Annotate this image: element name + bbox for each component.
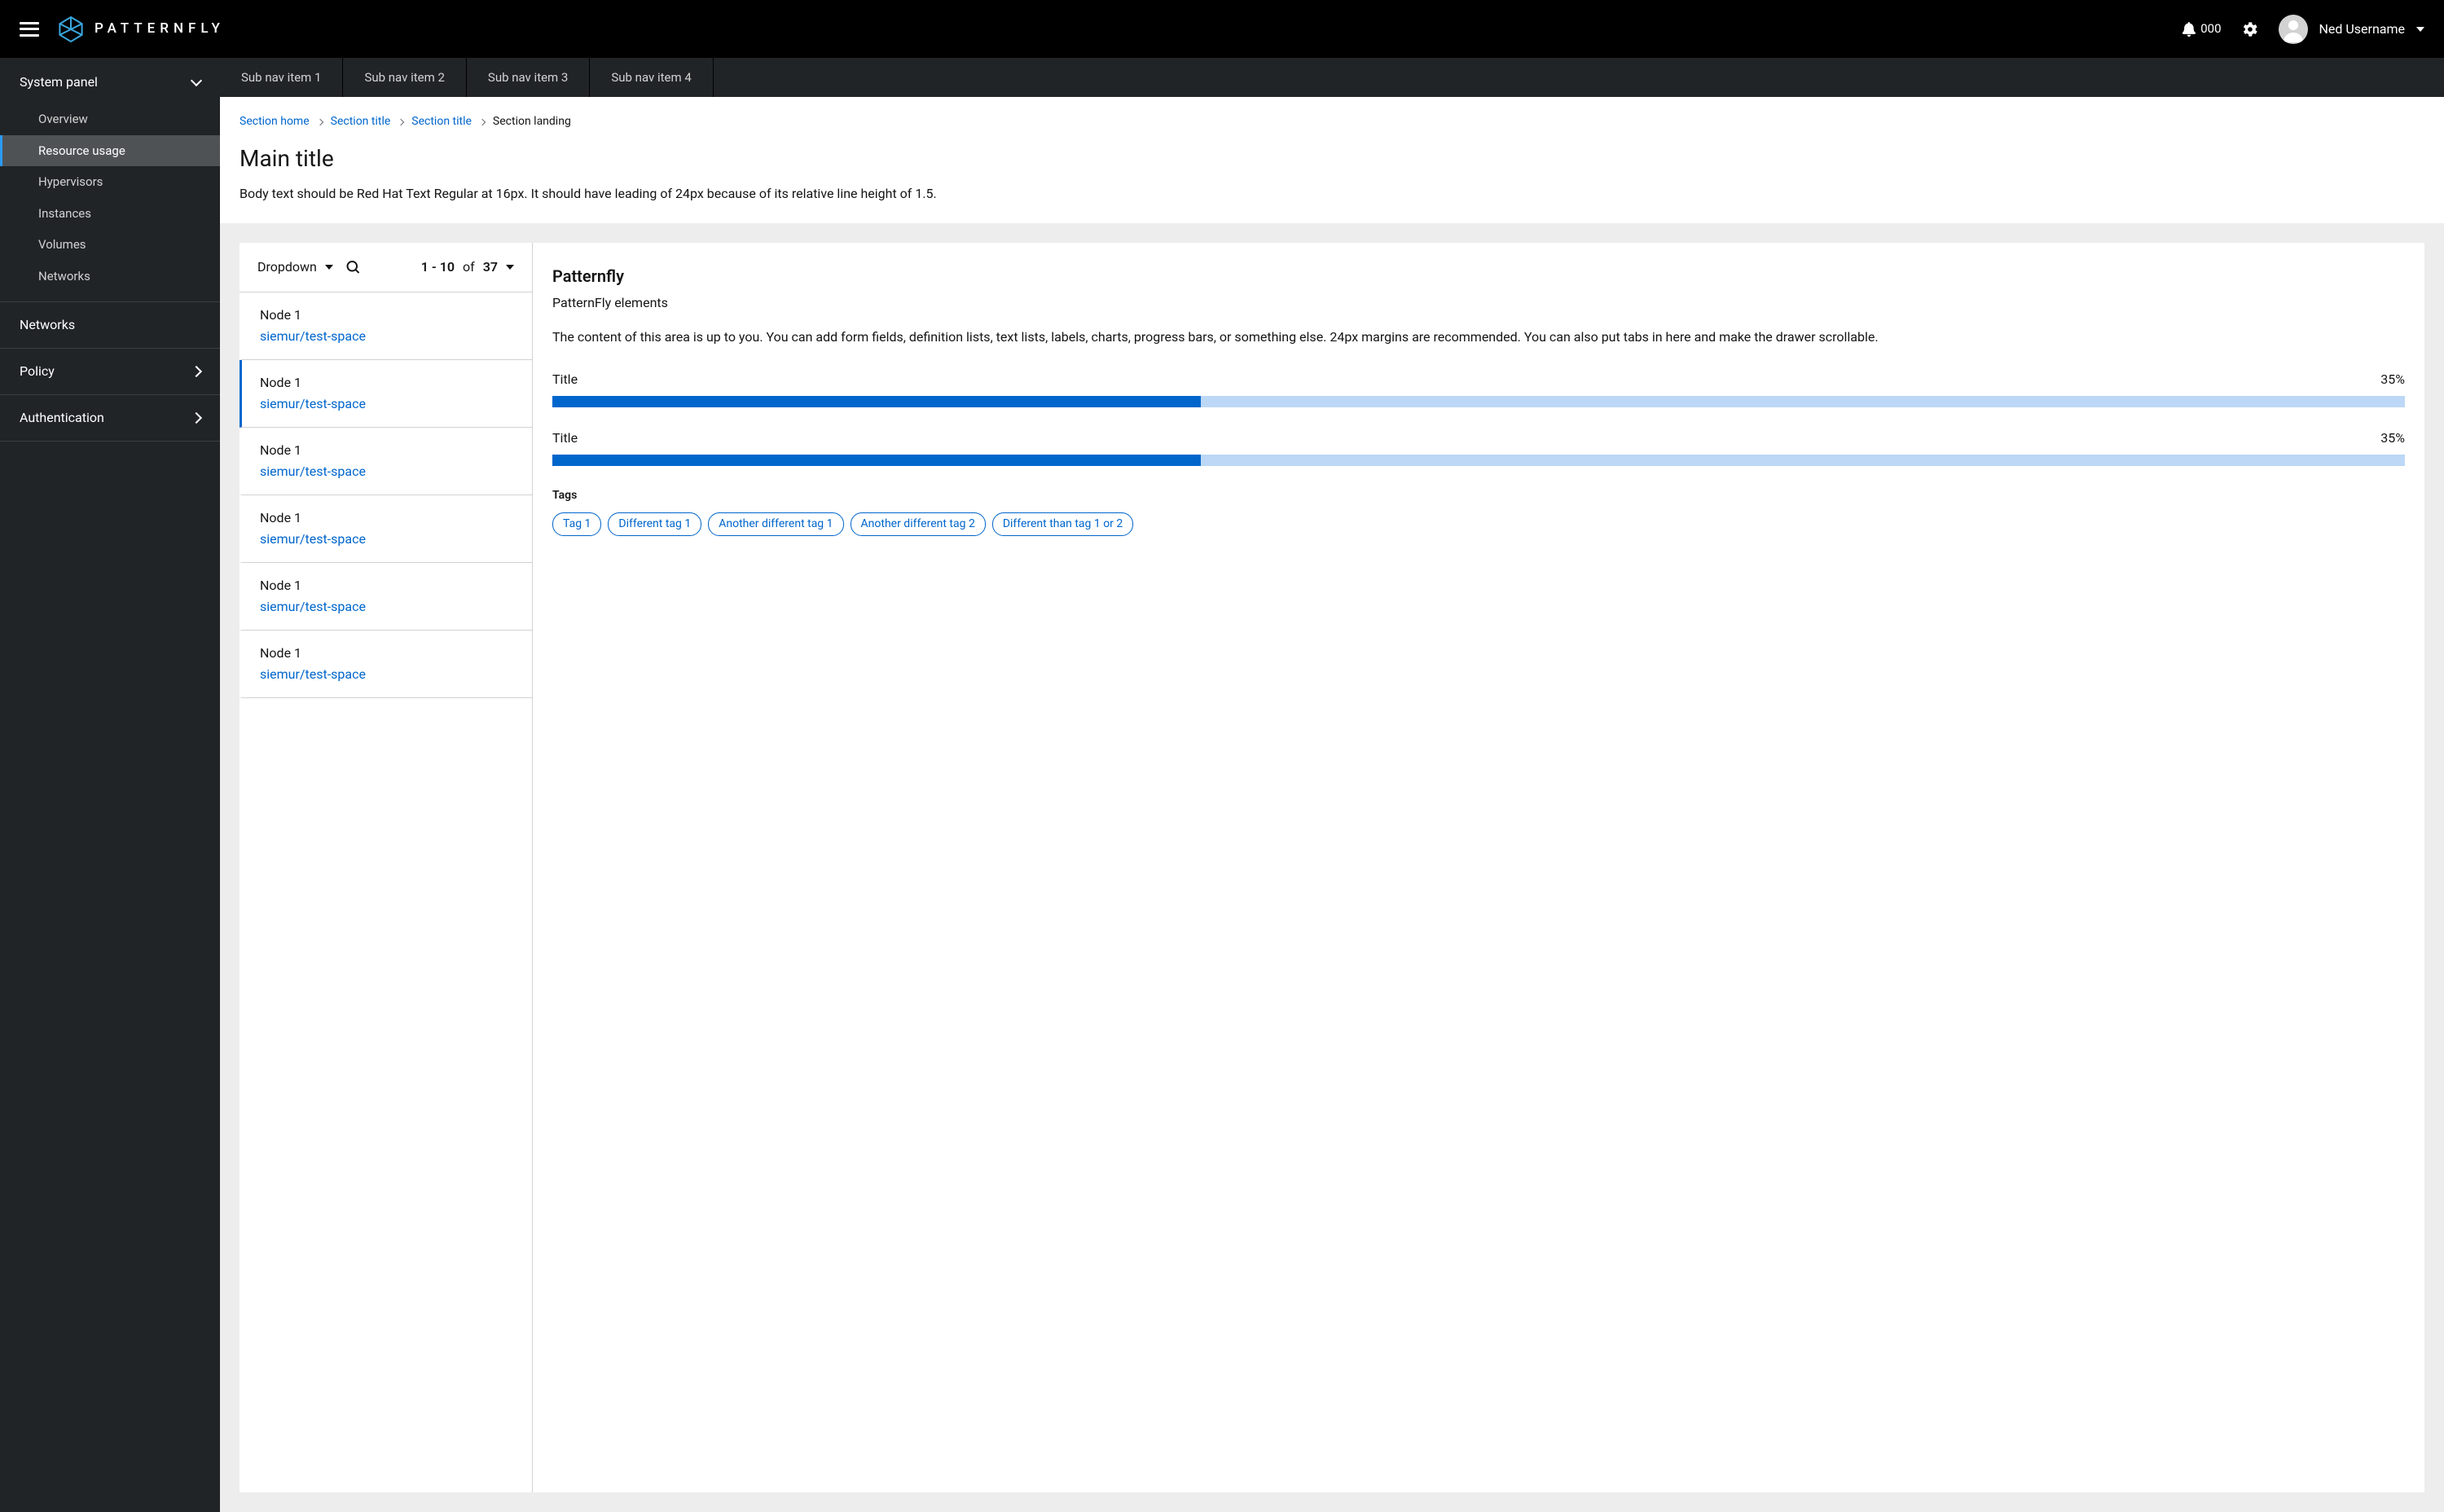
list-item-subtitle: siemur/test-space — [260, 327, 514, 346]
detail-subtitle: PatternFly elements — [552, 293, 2405, 313]
chevron-right-icon — [191, 412, 202, 424]
list-item[interactable]: Node 1 siemur/test-space — [240, 428, 532, 495]
subnav: Sub nav item 1Sub nav item 2Sub nav item… — [220, 58, 2444, 97]
pager-range: 1 - 10 — [421, 257, 455, 277]
breadcrumb-separator-icon — [398, 118, 404, 125]
tag-chip[interactable]: Another different tag 2 — [851, 512, 986, 536]
list-item[interactable]: Node 1 siemur/test-space — [240, 495, 532, 563]
tag-chip[interactable]: Tag 1 — [552, 512, 601, 536]
progress-fill — [552, 396, 1201, 407]
list-pager[interactable]: 1 - 10 of 37 — [421, 257, 514, 277]
subnav-item-4[interactable]: Sub nav item 4 — [590, 58, 713, 97]
sidebar-item-hypervisors[interactable]: Hypervisors — [0, 166, 220, 198]
search-button[interactable] — [346, 261, 359, 274]
progress-block: Title 35% — [552, 370, 2405, 407]
list-toolbar: Dropdown 1 - 10 of 37 — [240, 243, 532, 292]
brand[interactable]: PATTERNFLY — [57, 15, 225, 43]
progress-bar — [552, 455, 2405, 466]
sidebar-section-networks[interactable]: Networks — [0, 302, 220, 348]
sidebar-section-label: Networks — [20, 315, 75, 335]
content-area: Sub nav item 1Sub nav item 2Sub nav item… — [220, 58, 2444, 1512]
list-item-subtitle: siemur/test-space — [260, 597, 514, 617]
breadcrumb-separator-icon — [316, 118, 323, 125]
menu-toggle-button[interactable] — [20, 22, 39, 37]
progress-label: Title — [552, 429, 578, 448]
user-name-label: Ned Username — [2319, 20, 2405, 39]
list-item-subtitle: siemur/test-space — [260, 530, 514, 549]
progress-label: Title — [552, 370, 578, 389]
breadcrumb-item[interactable]: Section home — [240, 113, 310, 130]
list-item-title: Node 1 — [260, 373, 514, 393]
page-body-text: Body text should be Red Hat Text Regular… — [240, 184, 2424, 204]
list-item-subtitle: siemur/test-space — [260, 665, 514, 684]
sidebar-item-overview[interactable]: Overview — [0, 103, 220, 135]
list-item-subtitle: siemur/test-space — [260, 462, 514, 481]
sidebar-section-policy[interactable]: Policy — [0, 349, 220, 394]
sidebar-section-system-panel[interactable]: System panel — [0, 58, 220, 103]
list-panel: Dropdown 1 - 10 of 37 — [240, 243, 533, 1492]
page-header: Section home Section title Section title Se… — [220, 97, 2444, 223]
breadcrumb: Section home Section title Section title Se… — [240, 113, 2424, 130]
breadcrumb-item: Section landing — [493, 113, 571, 130]
list-item-title: Node 1 — [260, 441, 514, 460]
list-item[interactable]: Node 1 siemur/test-space — [240, 631, 532, 698]
sidebar-item-instances[interactable]: Instances — [0, 198, 220, 230]
list-item-subtitle: siemur/test-space — [260, 394, 514, 414]
sidebar-item-resource-usage[interactable]: Resource usage — [0, 135, 220, 167]
list-item-title: Node 1 — [260, 576, 514, 596]
patternfly-logo-icon — [57, 15, 85, 43]
list-items: Node 1siemur/test-spaceNode 1siemur/test… — [240, 292, 532, 1492]
detail-title: Patternfly — [552, 264, 2405, 288]
notification-count: 000 — [2200, 20, 2221, 38]
progress-percent: 35% — [2380, 429, 2405, 448]
list-item-title: Node 1 — [260, 644, 514, 663]
breadcrumb-item[interactable]: Section title — [411, 113, 472, 130]
page-title: Main title — [240, 142, 2424, 176]
caret-down-icon — [325, 265, 333, 270]
notifications-button[interactable]: 000 — [2182, 20, 2221, 38]
pager-of: of — [463, 257, 475, 277]
breadcrumb-separator-icon — [479, 118, 486, 125]
tags-label: Tags — [552, 487, 2405, 504]
list-item-title: Node 1 — [260, 305, 514, 325]
sidebar-item-networks[interactable]: Networks — [0, 261, 220, 292]
progress-fill — [552, 455, 1201, 466]
list-filter-dropdown[interactable]: Dropdown — [257, 257, 333, 277]
subnav-item-3[interactable]: Sub nav item 3 — [467, 58, 590, 97]
pager-total: 37 — [483, 257, 498, 277]
sidebar-section-label: Authentication — [20, 408, 104, 428]
tags-row: Tag 1 Different tag 1 Another different ta… — [552, 512, 2405, 536]
user-avatar-icon — [2279, 15, 2308, 44]
caret-down-icon — [506, 265, 514, 270]
subnav-item-1[interactable]: Sub nav item 1 — [220, 58, 343, 97]
user-menu-button[interactable]: Ned Username — [2279, 15, 2424, 44]
progress-block: Title 35% — [552, 429, 2405, 466]
sidebar-section-label: Policy — [20, 362, 55, 381]
tag-chip[interactable]: Different than tag 1 or 2 — [992, 512, 1133, 536]
bell-icon — [2182, 22, 2196, 37]
list-item[interactable]: Node 1 siemur/test-space — [240, 292, 532, 360]
progress-bar — [552, 396, 2405, 407]
settings-button[interactable] — [2243, 22, 2257, 37]
subnav-item-2[interactable]: Sub nav item 2 — [343, 58, 466, 97]
brand-text: PATTERNFLY — [95, 19, 225, 40]
tag-chip[interactable]: Different tag 1 — [608, 512, 701, 536]
sidebar-item-volumes[interactable]: Volumes — [0, 229, 220, 261]
progress-percent: 35% — [2380, 370, 2405, 389]
tag-chip[interactable]: Another different tag 1 — [708, 512, 843, 536]
dropdown-label: Dropdown — [257, 257, 317, 277]
detail-panel: Patternfly PatternFly elements The conte… — [533, 243, 2424, 1492]
breadcrumb-item[interactable]: Section title — [331, 113, 391, 130]
caret-down-icon — [2416, 27, 2424, 32]
topbar: PATTERNFLY 000 Ned Username — [0, 0, 2444, 58]
list-item[interactable]: Node 1siemur/test-space — [240, 563, 532, 631]
sidebar-section-authentication[interactable]: Authentication — [0, 395, 220, 441]
list-item-title: Node 1 — [260, 508, 514, 528]
list-item[interactable]: Node 1siemur/test-space — [240, 360, 532, 428]
detail-description: The content of this area is up to you. Y… — [552, 327, 2405, 347]
chevron-right-icon — [191, 366, 202, 377]
chevron-down-icon — [191, 75, 202, 86]
sidebar-section-label: System panel — [20, 73, 98, 92]
sidebar: System panel OverviewResource usageHyperv… — [0, 58, 220, 1512]
